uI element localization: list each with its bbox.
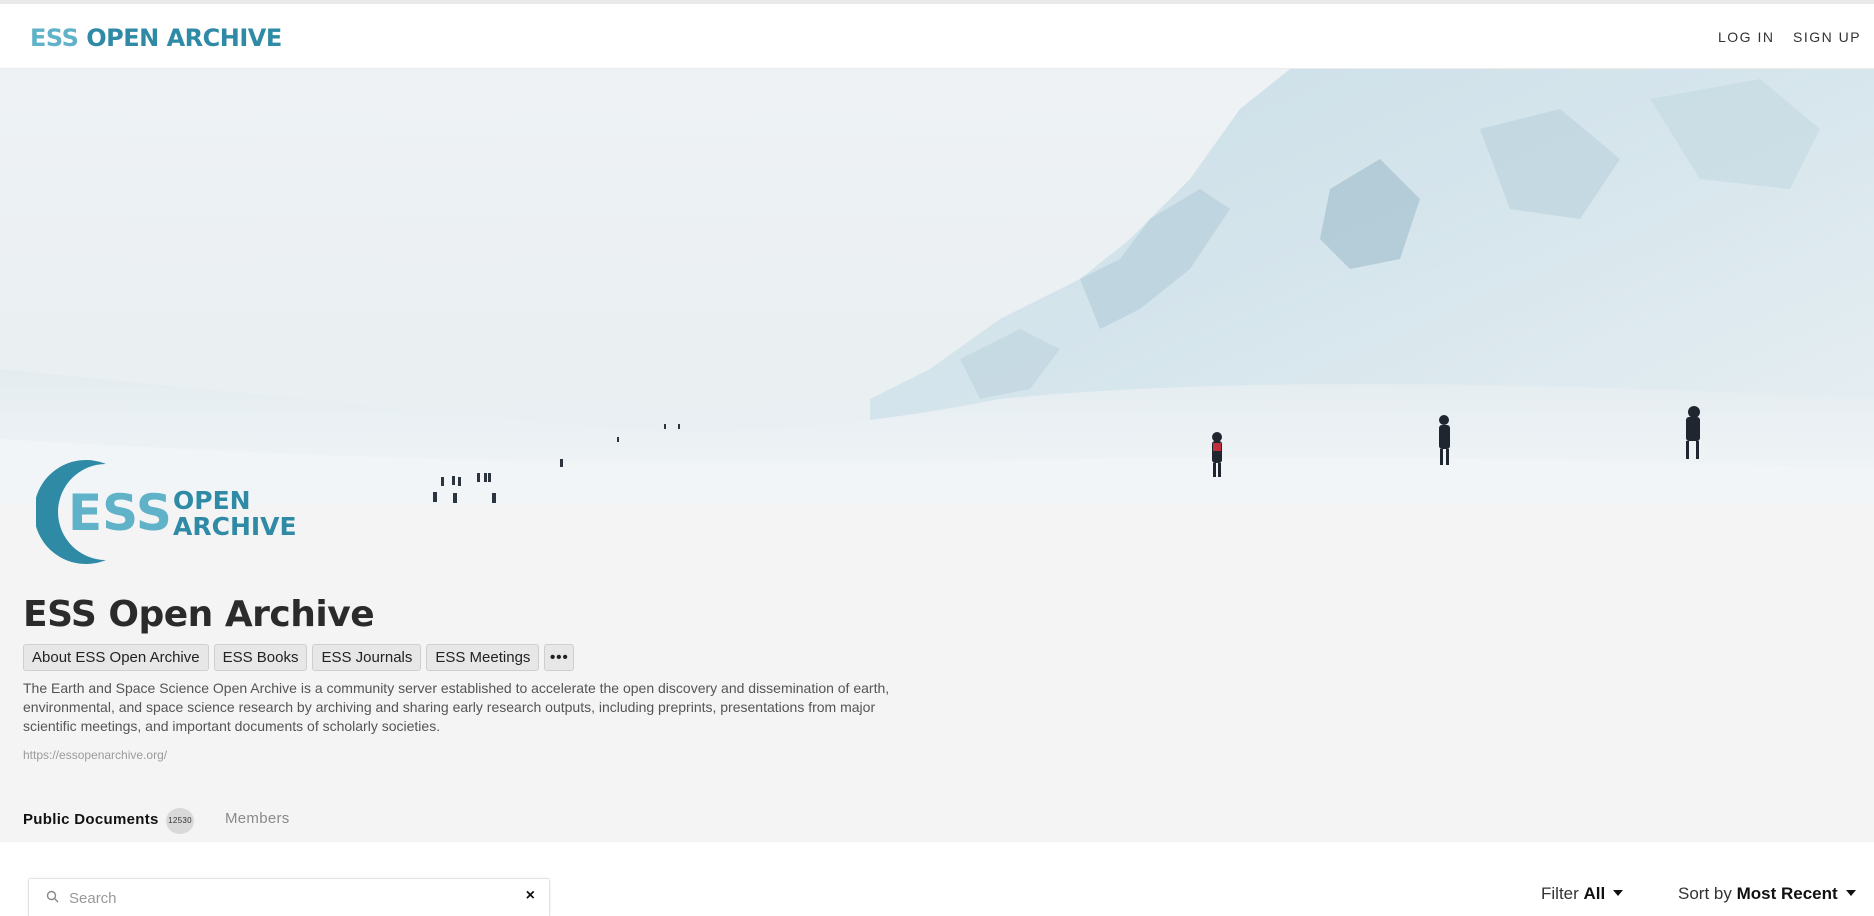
- logo-open-text: OPEN: [173, 486, 251, 515]
- about-link[interactable]: About ESS Open Archive: [23, 644, 209, 671]
- filter-value: All: [1583, 884, 1606, 903]
- tab-public-documents[interactable]: Public Documents 12530: [23, 806, 194, 844]
- meetings-link[interactable]: ESS Meetings: [426, 644, 540, 671]
- document-count-badge: 12530: [166, 808, 194, 834]
- brand-rest: OPEN ARCHIVE: [86, 24, 282, 52]
- sort-value: Most Recent: [1736, 884, 1838, 903]
- site-logo[interactable]: ESS OPEN ARCHIVE: [30, 24, 282, 52]
- group-url-link[interactable]: https://essopenarchive.org/: [23, 748, 167, 762]
- logo-archive-text: ARCHIVE: [173, 512, 297, 541]
- caret-down-icon: [1845, 890, 1856, 896]
- sort-dropdown[interactable]: Sort by Most Recent: [1678, 884, 1856, 904]
- caret-down-icon: [1613, 890, 1624, 896]
- hero-banner-image: [0, 69, 1874, 505]
- sort-label: Sort by: [1678, 884, 1732, 903]
- signup-link[interactable]: SIGN UP: [1793, 29, 1861, 45]
- search-icon: [46, 890, 59, 903]
- page-title: ESS Open Archive: [23, 594, 375, 635]
- filter-dropdown[interactable]: Filter All: [1541, 884, 1624, 904]
- journals-link[interactable]: ESS Journals: [312, 644, 422, 671]
- more-links-button[interactable]: •••: [544, 644, 575, 671]
- group-logo: ESS OPEN ARCHIVE: [34, 458, 306, 568]
- books-link[interactable]: ESS Books: [213, 644, 308, 671]
- tab-public-label: Public Documents: [23, 811, 159, 828]
- site-header: ESS OPEN ARCHIVE LOG IN SIGN UP: [0, 4, 1874, 69]
- logo-ess-text: ESS: [68, 484, 172, 542]
- group-links: About ESS Open Archive ESS Books ESS Jou…: [23, 644, 575, 671]
- clear-search-icon[interactable]: ×: [526, 887, 535, 905]
- search-input[interactable]: [69, 886, 509, 910]
- brand-prefix: ESS: [30, 24, 79, 52]
- search-box: ×: [28, 878, 550, 916]
- group-description: The Earth and Space Science Open Archive…: [23, 680, 890, 734]
- login-link[interactable]: LOG IN: [1718, 29, 1774, 45]
- filter-label: Filter: [1541, 884, 1579, 903]
